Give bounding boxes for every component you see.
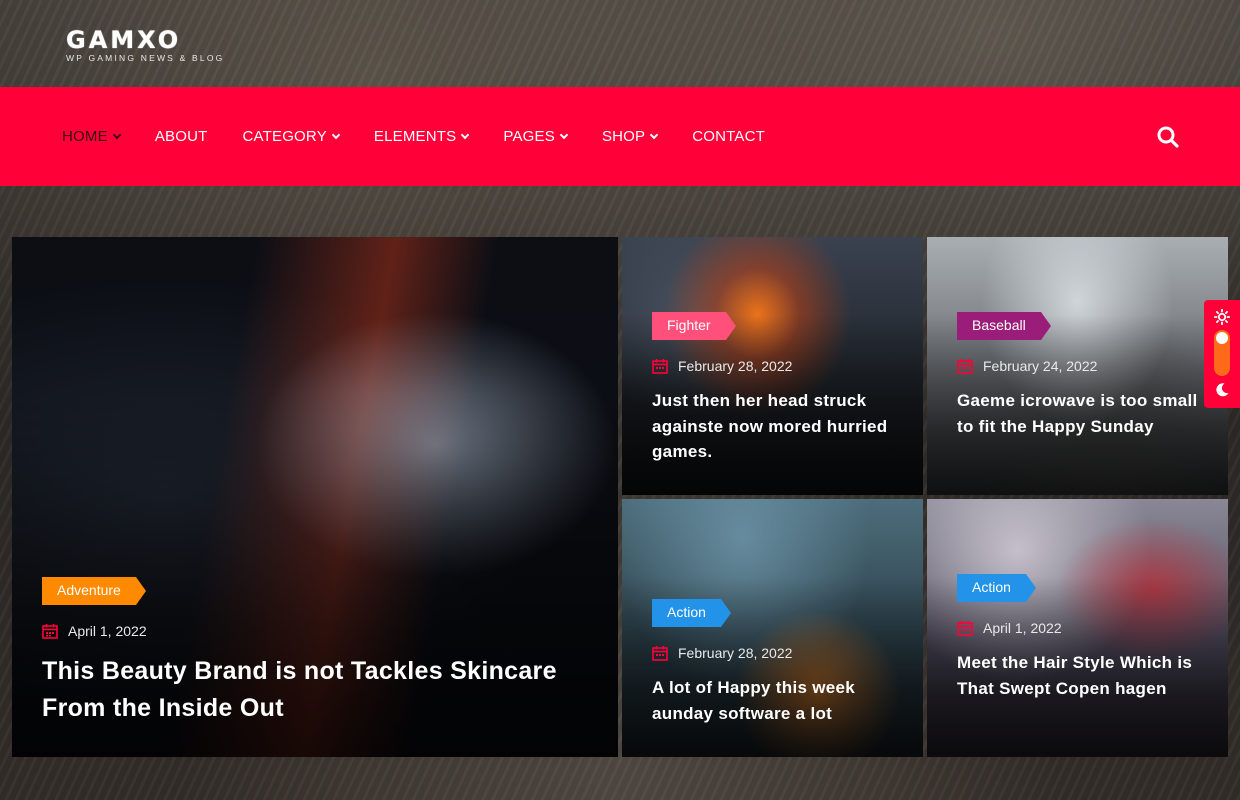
theme-toggle-knob[interactable] [1216, 332, 1228, 344]
moon-icon[interactable] [1214, 382, 1230, 398]
post-card[interactable]: Baseball February 24, 2022 Gaeme icrowav… [927, 237, 1228, 495]
post-date: February 28, 2022 [652, 358, 903, 374]
post-date-text: February 24, 2022 [983, 358, 1098, 374]
nav-item-home[interactable]: HOME [62, 128, 122, 145]
calendar-icon [652, 645, 668, 661]
logo-wordmark: GAMXO [66, 26, 182, 54]
search-icon [1157, 126, 1179, 148]
post-date-text: April 1, 2022 [68, 623, 147, 639]
nav-item-label: ABOUT [154, 128, 208, 145]
chevron-down-icon [461, 130, 470, 139]
post-date: February 24, 2022 [957, 358, 1208, 374]
post-date: April 1, 2022 [957, 620, 1208, 636]
post-title[interactable]: Meet the Hair Style Which is That Swept … [957, 650, 1208, 701]
nav-item-label: CATEGORY [242, 128, 327, 145]
nav-item-label: PAGES [503, 128, 555, 145]
calendar-icon [957, 620, 973, 636]
post-date-text: February 28, 2022 [678, 645, 793, 661]
nav-item-label: ELEMENTS [373, 128, 457, 145]
nav-item-shop[interactable]: SHOP [601, 128, 659, 145]
category-badge[interactable]: Adventure [42, 577, 146, 605]
post-date-text: April 1, 2022 [983, 620, 1062, 636]
calendar-icon [957, 358, 973, 374]
nav-item-contact[interactable]: CONTACT [692, 128, 765, 145]
nav-item-label: HOME [62, 128, 108, 145]
chevron-down-icon [559, 130, 569, 139]
calendar-icon [42, 623, 58, 639]
post-title[interactable]: Just then her head struck againste now m… [652, 388, 903, 465]
main-navigation: HOME ABOUT CATEGORY ELEMENTS PAGES SHOP … [0, 87, 1240, 186]
post-card[interactable]: Action April 1, 2022 Meet the Hair Style… [927, 499, 1228, 757]
category-badge[interactable]: Action [652, 599, 731, 627]
search-button[interactable] [1156, 125, 1180, 149]
nav-item-label: SHOP [601, 128, 646, 145]
logo-tagline: WP GAMING NEWS & BLOG [66, 53, 225, 63]
site-logo[interactable]: GAMXO WP GAMING NEWS & BLOG [66, 28, 224, 63]
chevron-down-icon [112, 130, 122, 139]
post-title[interactable]: A lot of Happy this week aunday software… [652, 675, 903, 726]
chevron-down-icon [650, 130, 659, 139]
nav-item-pages[interactable]: PAGES [503, 128, 569, 145]
post-card[interactable]: Fighter February 28, 2022 Just then her … [622, 237, 923, 495]
theme-switcher [1204, 300, 1240, 408]
post-date: February 28, 2022 [652, 645, 903, 661]
site-header: GAMXO WP GAMING NEWS & BLOG [0, 0, 1240, 86]
category-badge[interactable]: Action [957, 574, 1036, 602]
post-title[interactable]: Gaeme icrowave is too small to fit the H… [957, 388, 1208, 439]
nav-item-label: CONTACT [692, 128, 766, 145]
post-card-featured[interactable]: Adventure April 1, 2022 This Beauty Bran… [12, 237, 618, 757]
post-date-text: February 28, 2022 [678, 358, 793, 374]
nav-item-elements[interactable]: ELEMENTS [373, 128, 470, 145]
post-date: April 1, 2022 [42, 623, 598, 639]
category-badge[interactable]: Baseball [957, 312, 1051, 340]
chevron-down-icon [331, 130, 341, 139]
nav-menu: HOME ABOUT CATEGORY ELEMENTS PAGES SHOP … [62, 87, 800, 186]
nav-item-category[interactable]: CATEGORY [242, 128, 341, 145]
post-card[interactable]: Action February 28, 2022 A lot of Happy … [622, 499, 923, 757]
category-badge[interactable]: Fighter [652, 312, 736, 340]
nav-item-about[interactable]: ABOUT [155, 128, 208, 145]
calendar-icon [652, 358, 668, 374]
sun-icon[interactable] [1214, 309, 1230, 325]
post-title[interactable]: This Beauty Brand is not Tackles Skincar… [42, 653, 587, 727]
